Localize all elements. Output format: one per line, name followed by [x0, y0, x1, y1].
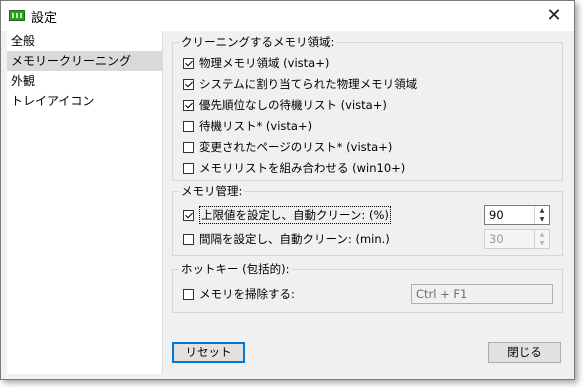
limit-percent-value: 90	[489, 208, 504, 222]
clean-hotkey-field[interactable]: Ctrl + F1	[411, 284, 553, 304]
option-standby-list[interactable]: 待機リスト* (vista+)	[183, 118, 312, 134]
limit-percent-spinner[interactable]: 90 ▲ ▼	[484, 205, 550, 225]
spin-down-arrow-icon[interactable]: ▼	[535, 239, 549, 248]
option-modified-page-list[interactable]: 変更されたページのリスト* (vista+)	[183, 139, 392, 155]
option-interval-autoclean[interactable]: 間隔を設定し、自動クリーン: (min.)	[183, 231, 390, 247]
hotkey-group-label: ホットキー (包括的):	[179, 261, 292, 277]
modified-page-list-checkbox[interactable]	[183, 141, 194, 153]
spin-up-arrow-icon[interactable]: ▲	[535, 230, 549, 239]
reset-button[interactable]: リセット	[172, 342, 245, 363]
low-priority-standby-label: 優先順位なしの待機リスト (vista+)	[199, 98, 387, 112]
window-title: 設定	[31, 11, 58, 26]
physical-memory-checkbox[interactable]	[183, 57, 194, 69]
option-low-priority-standby[interactable]: 優先順位なしの待機リスト (vista+)	[183, 97, 387, 113]
combine-memory-lists-checkbox[interactable]	[183, 162, 194, 174]
combine-memory-lists-label: メモリリストを組み合わせる (win10+)	[199, 161, 406, 175]
sidebar-item-tray-icon[interactable]: トレイアイコン	[7, 91, 162, 111]
memory-management-label: メモリ管理:	[179, 183, 245, 199]
settings-sidebar: 全般 メモリークリーニング 外観 トレイアイコン	[7, 31, 163, 374]
option-limit-autoclean[interactable]: 上限値を設定し、自動クリーン: (%)	[183, 206, 391, 224]
hotkey-group: ホットキー (包括的): メモリを掃除する: Ctrl + F1	[172, 261, 563, 313]
app-memory-icon	[9, 10, 25, 21]
memory-management-group: メモリ管理: 上限値を設定し、自動クリーン: (%) 90 ▲ ▼ 間隔を設定し…	[172, 183, 563, 256]
limit-autoclean-checkbox[interactable]	[183, 209, 194, 221]
option-physical-memory[interactable]: 物理メモリ領域 (vista+)	[183, 55, 329, 71]
physical-memory-label: 物理メモリ領域 (vista+)	[199, 56, 330, 70]
option-clean-hotkey[interactable]: メモリを掃除する:	[183, 286, 295, 302]
option-system-physical-memory[interactable]: システムに割り当てられた物理メモリ領域	[183, 76, 417, 92]
option-combine-memory-lists[interactable]: メモリリストを組み合わせる (win10+)	[183, 160, 405, 176]
settings-window: 設定 ✕ 全般 メモリークリーニング 外観 トレイアイコン クリーニングするメモ…	[0, 0, 575, 380]
low-priority-standby-checkbox[interactable]	[183, 99, 194, 111]
cleaning-regions-label: クリーニングするメモリ領域:	[179, 34, 337, 50]
sidebar-item-general[interactable]: 全般	[7, 31, 162, 51]
interval-minutes-value: 30	[489, 232, 504, 246]
spin-down-arrow-icon[interactable]: ▼	[535, 215, 549, 224]
limit-autoclean-label: 上限値を設定し、自動クリーン: (%)	[199, 206, 391, 224]
clean-hotkey-label: メモリを掃除する:	[199, 287, 295, 301]
sidebar-item-appearance[interactable]: 外観	[7, 71, 162, 91]
close-window-icon[interactable]: ✕	[540, 4, 568, 28]
system-memory-checkbox[interactable]	[183, 78, 194, 90]
system-memory-label: システムに割り当てられた物理メモリ領域	[199, 77, 418, 91]
interval-autoclean-checkbox[interactable]	[183, 233, 194, 245]
settings-content: クリーニングするメモリ領域: 物理メモリ領域 (vista+) システムに割り当…	[163, 31, 573, 380]
interval-autoclean-label: 間隔を設定し、自動クリーン: (min.)	[199, 232, 390, 246]
spin-up-arrow-icon[interactable]: ▲	[535, 206, 549, 215]
interval-minutes-spinner[interactable]: 30 ▲ ▼	[484, 229, 550, 249]
clean-hotkey-checkbox[interactable]	[183, 288, 194, 300]
standby-list-label: 待機リスト* (vista+)	[199, 119, 313, 133]
title-bar: 設定 ✕	[1, 1, 574, 31]
close-button[interactable]: 閉じる	[488, 342, 561, 363]
cleaning-regions-group: クリーニングするメモリ領域: 物理メモリ領域 (vista+) システムに割り当…	[172, 34, 563, 181]
modified-page-list-label: 変更されたページのリスト* (vista+)	[199, 140, 393, 154]
standby-list-checkbox[interactable]	[183, 120, 194, 132]
sidebar-item-memory-cleaning[interactable]: メモリークリーニング	[7, 51, 162, 71]
